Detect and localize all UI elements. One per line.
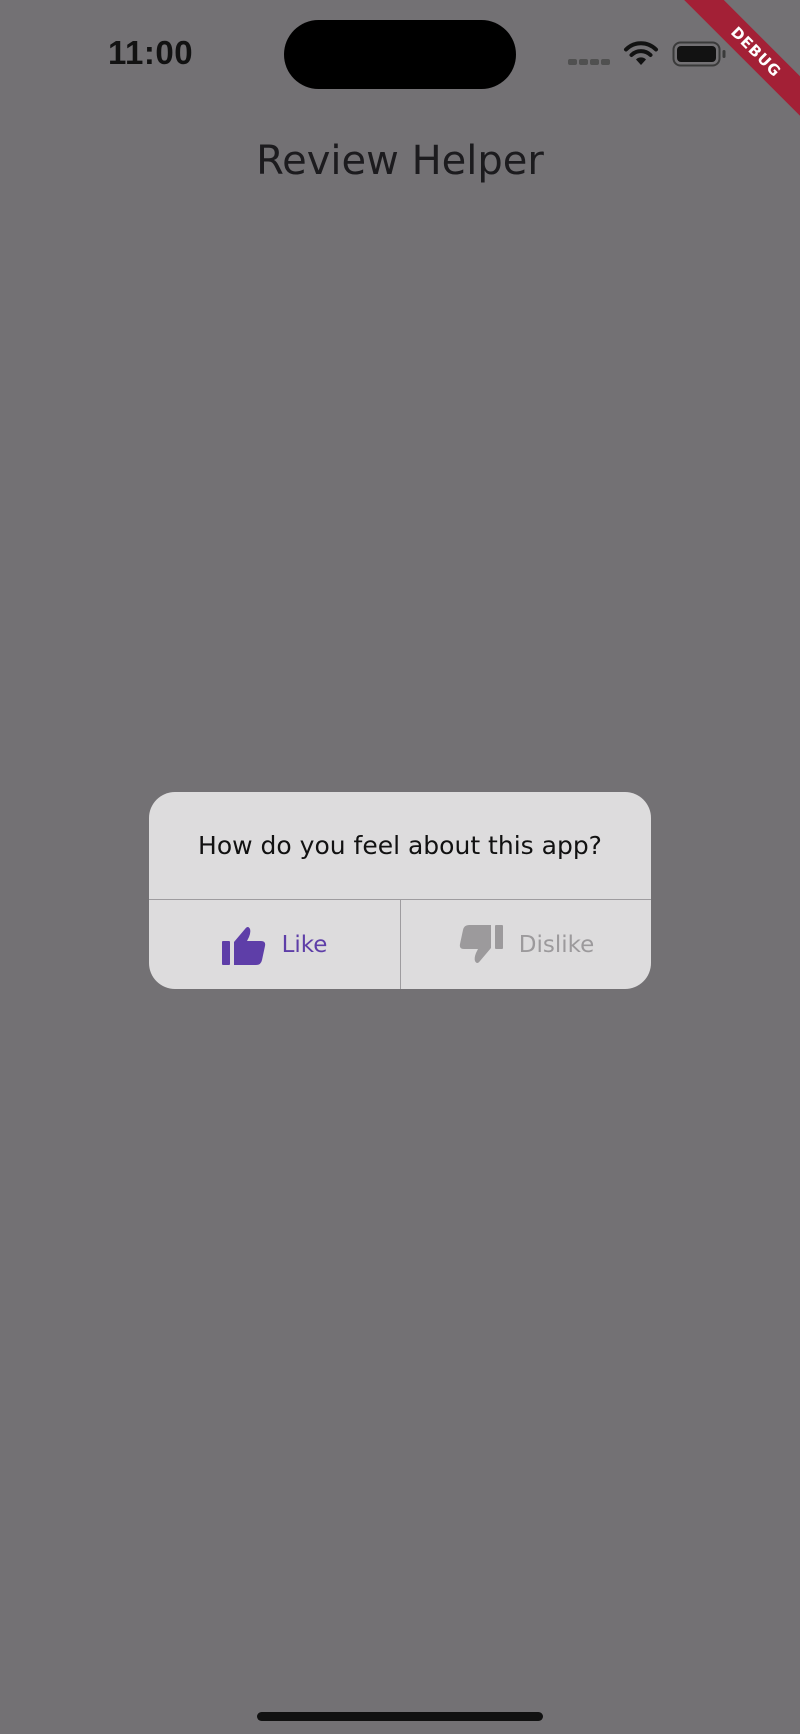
like-button[interactable]: Like: [149, 900, 400, 989]
dislike-button[interactable]: Dislike: [401, 900, 651, 989]
dynamic-island: [284, 20, 516, 89]
thumbs-down-icon: [459, 924, 503, 965]
app-bar-title: Review Helper: [256, 138, 544, 184]
debug-banner-label: DEBUG: [682, 0, 800, 126]
dialog-message: How do you feel about this app?: [198, 831, 602, 860]
status-time: 11:00: [108, 34, 194, 71]
wifi-icon: [624, 41, 658, 65]
like-button-label: Like: [281, 931, 328, 958]
dislike-button-label: Dislike: [518, 931, 595, 958]
signal-dots-icon: [568, 59, 610, 65]
review-dialog: How do you feel about this app? Like Dis…: [149, 792, 651, 989]
thumbs-up-icon: [221, 925, 266, 965]
debug-banner: DEBUG: [670, 0, 800, 130]
home-indicator[interactable]: [257, 1712, 543, 1721]
